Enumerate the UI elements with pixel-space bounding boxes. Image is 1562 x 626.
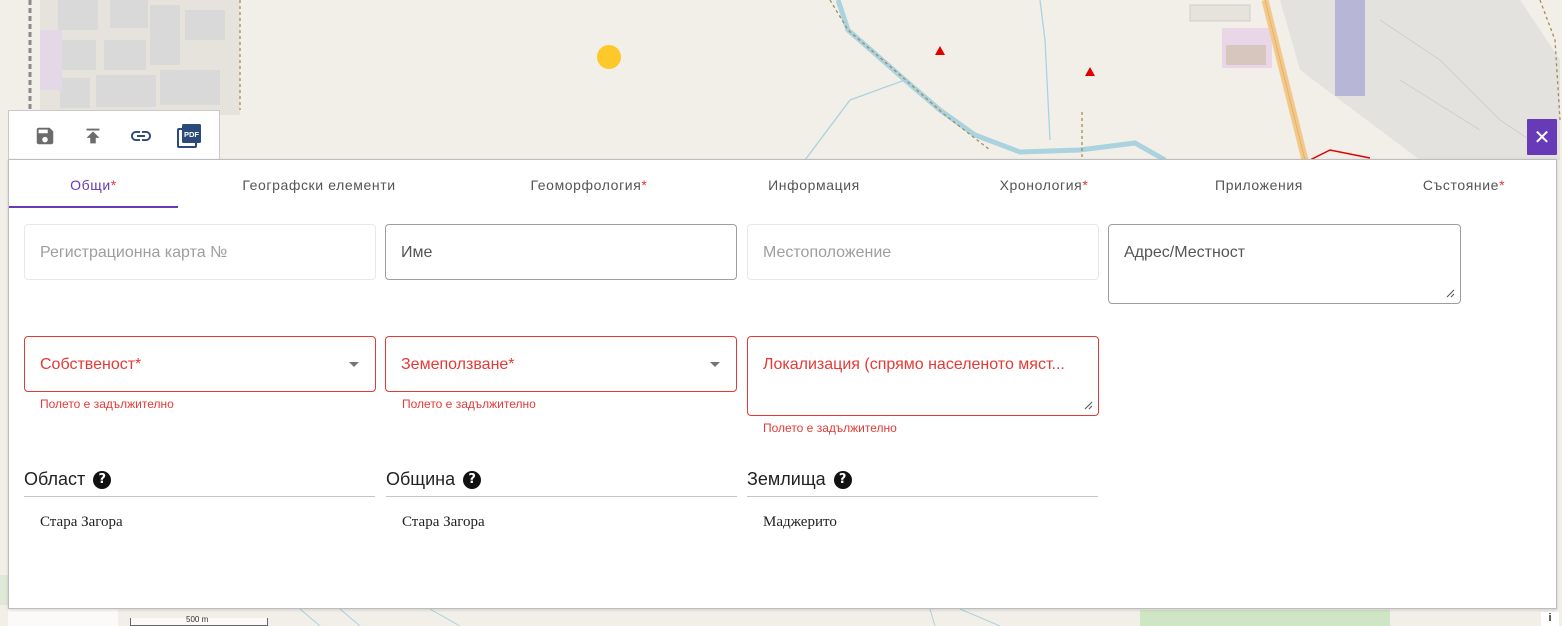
localization-textarea[interactable]: Локализация (спрямо населеното мяст... xyxy=(747,336,1099,416)
object-form-panel: Общи* Географски елементи Геоморфология*… xyxy=(8,159,1557,609)
tab-bar: Общи* Географски елементи Геоморфология*… xyxy=(9,160,1556,208)
location-field[interactable]: Местоположение xyxy=(747,224,1099,280)
ownership-select[interactable]: Собственост* xyxy=(24,336,376,392)
region-label: Област ? xyxy=(24,469,112,490)
tab-general[interactable]: Общи* xyxy=(9,160,178,208)
land-label-text: Землища xyxy=(747,469,826,489)
name-placeholder: Име xyxy=(401,244,433,261)
upload-icon xyxy=(86,128,100,143)
required-marker: * xyxy=(110,177,117,193)
map-info-button[interactable]: i xyxy=(1541,612,1559,626)
pdf-export-button[interactable]: PDF xyxy=(165,112,213,160)
divider xyxy=(747,496,1098,497)
registration-card-field[interactable]: Регистрационна карта № xyxy=(24,224,376,280)
chevron-down-icon xyxy=(710,362,720,367)
tab-chronology[interactable]: Хронология* xyxy=(964,160,1124,208)
tab-attachments[interactable]: Приложения xyxy=(1179,160,1339,208)
pdf-icon: PDF xyxy=(177,123,201,148)
tab-label: Информация xyxy=(768,177,860,193)
tab-label: Приложения xyxy=(1215,177,1303,193)
ownership-placeholder: Собственост* xyxy=(40,356,142,373)
active-tab-indicator xyxy=(9,206,178,208)
region-value: Стара Загора xyxy=(40,514,123,530)
tab-label: Хронология xyxy=(999,177,1083,193)
localization-placeholder: Локализация (спрямо населеното мяст... xyxy=(763,356,1065,373)
tab-label: Геоморфология xyxy=(530,177,642,193)
name-field[interactable]: Име xyxy=(385,224,737,280)
form-toolbar: PDF xyxy=(8,110,220,160)
tab-condition[interactable]: Състояние* xyxy=(1394,160,1534,208)
region-label-text: Област xyxy=(24,469,86,489)
close-button[interactable]: ✕ xyxy=(1527,119,1557,155)
municipality-label-text: Община xyxy=(386,469,456,489)
municipality-label: Община ? xyxy=(386,469,482,490)
link-button[interactable] xyxy=(117,112,165,160)
tab-label: Географски елементи xyxy=(242,177,396,193)
divider xyxy=(386,496,737,497)
map-scale-bar: 500 m xyxy=(130,615,268,626)
localization-error: Полето е задължително xyxy=(763,421,897,435)
registration-card-placeholder: Регистрационна карта № xyxy=(40,244,228,261)
tab-geographic-elements[interactable]: Географски елементи xyxy=(214,160,424,208)
address-textarea[interactable]: Адрес/Местност xyxy=(1108,224,1461,304)
divider xyxy=(24,496,375,497)
land-use-placeholder: Земеползване* xyxy=(401,356,515,373)
resize-handle-icon[interactable] xyxy=(1084,401,1093,410)
required-marker: * xyxy=(1082,177,1089,193)
help-icon[interactable]: ? xyxy=(93,470,112,489)
link-icon xyxy=(131,130,151,141)
ownership-error: Полето е задължително xyxy=(40,397,174,411)
land-use-error: Полето е задължително xyxy=(402,397,536,411)
municipality-value: Стара Загора xyxy=(402,514,485,530)
location-placeholder: Местоположение xyxy=(763,244,892,261)
tab-label: Общи xyxy=(70,177,111,193)
resize-handle-icon[interactable] xyxy=(1446,289,1455,298)
map-scale-label: 500 m xyxy=(186,615,209,624)
required-marker: * xyxy=(1499,177,1506,193)
save-icon xyxy=(36,127,54,144)
pdf-icon-text: PDF xyxy=(184,130,199,139)
map-marker-dot xyxy=(597,45,621,69)
chevron-down-icon xyxy=(349,362,359,367)
save-button[interactable] xyxy=(21,112,69,160)
upload-button[interactable] xyxy=(69,112,117,160)
land-use-select[interactable]: Земеползване* xyxy=(385,336,737,392)
tab-geomorphology[interactable]: Геоморфология* xyxy=(499,160,679,208)
land-value: Маджерито xyxy=(763,514,837,530)
tab-label: Състояние xyxy=(1422,177,1500,193)
required-marker: * xyxy=(641,177,648,193)
address-placeholder: Адрес/Местност xyxy=(1124,244,1246,261)
help-icon[interactable]: ? xyxy=(463,470,482,489)
tab-information[interactable]: Информация xyxy=(744,160,884,208)
land-label: Землища ? xyxy=(747,469,852,490)
help-icon[interactable]: ? xyxy=(833,470,852,489)
